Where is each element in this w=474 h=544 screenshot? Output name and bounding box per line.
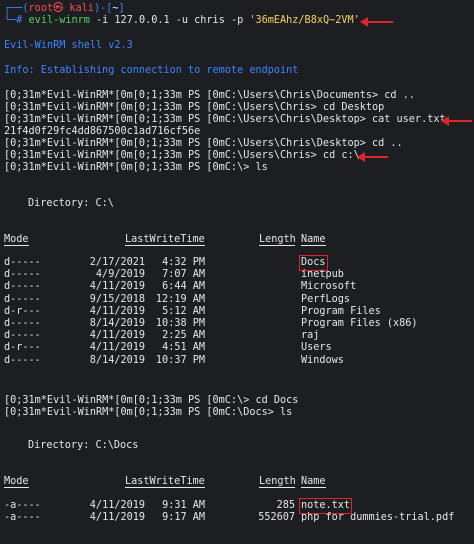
cell-mode: d----- [4, 281, 41, 293]
cell-name[interactable]: note.txt [298, 498, 353, 514]
cell-mode: d----- [4, 257, 41, 268]
cell-name[interactable]: raj [301, 330, 319, 342]
header-underline [125, 487, 205, 488]
cell-length: 285 [276, 500, 295, 511]
session-line: [0;31m*Evil-WinRM*[0m[0;1;33m PS [0mC:\U… [4, 138, 403, 149]
red-arrow-icon [357, 152, 388, 162]
directory-title: Directory: C:\ [28, 198, 114, 209]
header-underline [259, 245, 295, 246]
terminal-window[interactable]: ┌──(root㉿ kali)-[~] └─# evil-winrm -i 12… [0, 0, 474, 544]
cell-mode: d----- [4, 293, 41, 305]
cell-name[interactable]: Program Files [301, 306, 381, 318]
session-line: [0;31m*Evil-WinRM*[0m[0;1;33m PS [0mC:\U… [4, 90, 415, 101]
header-underline [301, 487, 326, 488]
session-line: [0;31m*Evil-WinRM*[0m[0;1;33m PS [0mC:\D… [4, 407, 293, 418]
cell-time: 10:38 PM [155, 318, 205, 329]
session-line: [0;31m*Evil-WinRM*[0m[0;1;33m PS [0mC:\U… [4, 150, 360, 161]
cell-time: 4:32 PM [162, 257, 205, 268]
prompt-bracket-close: ] [118, 3, 125, 14]
header-underline [4, 487, 29, 488]
cell-mode: d----- [4, 330, 41, 342]
red-arrow-icon [360, 17, 393, 27]
prompt-line-2: └─# evil-winrm -i 127.0.0.1 -u chris -p … [4, 15, 360, 27]
prompt-prefix: ┌──( [4, 3, 29, 14]
cell-mode: d----- [4, 354, 41, 366]
header-underline [125, 245, 205, 246]
cell-time: 7:07 AM [162, 269, 205, 281]
cell-mode: -a---- [4, 512, 41, 524]
cell-name[interactable]: Docs [299, 255, 328, 271]
cell-time: 9:17 AM [162, 512, 205, 524]
cell-length: 552607 [258, 512, 295, 524]
command-password: '36mEAhz/B8xQ~2VM' [249, 15, 360, 26]
directory-title: Directory: C:\Docs [28, 440, 139, 451]
cell-time: 5:12 AM [162, 305, 205, 317]
flag-hash: 21f4d0f29fc4dd867500c1ad716cf56e [4, 126, 201, 137]
command-args: -i 127.0.0.1 -u chris -p [89, 15, 250, 26]
cell-name[interactable]: php for dummies-trial.pdf [301, 512, 454, 524]
cell-name[interactable]: Users [301, 342, 332, 354]
cell-mode: d-r--- [4, 305, 41, 317]
prompt-bracket: )-[ [93, 3, 113, 14]
cell-mode: d-r--- [4, 342, 41, 354]
session-line: [0;31m*Evil-WinRM*[0m[0;1;33m PS [0mC:\>… [4, 162, 268, 173]
red-arrow-icon [441, 116, 472, 126]
prompt-hash: └─# [4, 15, 29, 26]
cell-mode: d----- [4, 269, 41, 281]
cell-time: 4:51 AM [162, 342, 205, 354]
header-underline [4, 245, 29, 246]
cell-time: 9:31 AM [162, 500, 205, 511]
banner-text: Evil-WinRM shell v2.3 [4, 40, 133, 51]
cell-time: 12:19 AM [155, 293, 205, 305]
user-host: root㉿ kali [28, 3, 94, 14]
cell-name[interactable]: PerfLogs [301, 294, 350, 306]
prompt-line-1: ┌──(root㉿ kali)-[~] [4, 3, 125, 15]
session-line: [0;31m*Evil-WinRM*[0m[0;1;33m PS [0mC:\U… [4, 102, 385, 113]
cell-name[interactable]: Microsoft [301, 281, 356, 293]
cell-mode: -a---- [4, 500, 41, 511]
header-underline [301, 245, 326, 246]
command-name: evil-winrm [28, 15, 90, 26]
header-underline [259, 487, 295, 488]
cell-time: 6:44 AM [162, 281, 205, 293]
cell-name[interactable]: Program Files (x86) [301, 318, 418, 330]
cell-time: 2:25 AM [162, 330, 205, 342]
session-line: [0;31m*Evil-WinRM*[0m[0;1;33m PS [0mC:\U… [4, 114, 446, 125]
cell-time: 10:37 PM [155, 354, 205, 366]
cell-name[interactable]: Windows [301, 355, 344, 367]
session-line: [0;31m*Evil-WinRM*[0m[0;1;33m PS [0mC:\>… [4, 395, 299, 406]
cell-mode: d----- [4, 318, 41, 329]
info-text: Info: Establishing connection to remote … [4, 65, 299, 76]
cell-name[interactable]: inetpub [301, 269, 344, 281]
